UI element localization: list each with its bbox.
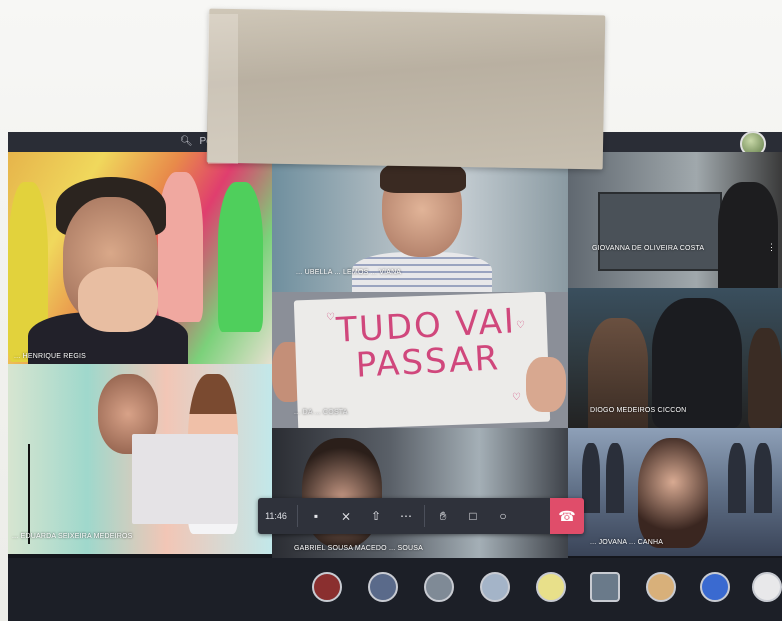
participants-icon[interactable]: ○ — [488, 501, 518, 531]
more-icon[interactable]: ⋯ — [391, 501, 421, 531]
participant-name: ... UBELLA ... LEMOS ... VIANA — [296, 269, 402, 276]
call-controls-bar: 11:46 ▪ ⨯ ⇧ ⋯ ✋︎ □ ○ ☎︎ — [258, 498, 584, 534]
raise-hand-icon[interactable]: ✋︎ — [428, 501, 458, 531]
paper-note — [132, 434, 238, 524]
participant-name: DIOGO MEDEIROS CICCON — [590, 407, 687, 414]
video-tile-3[interactable]: GIOVANNA DE OLIVEIRA COSTA ⋮ — [568, 152, 782, 288]
video-tile-6[interactable]: ... EDUARDA SEIXEIRA MEDEIROS — [8, 364, 272, 554]
taskbar-app-icon[interactable] — [752, 572, 782, 602]
video-tile-5[interactable]: DIOGO MEDEIROS CICCON — [568, 288, 782, 428]
participant-name: GABRIEL SOUSA MACEDO ... SOUSA — [294, 545, 424, 552]
taskbar-app-icon[interactable] — [536, 572, 566, 602]
heart-icon: ♡ — [516, 320, 525, 331]
video-tile-8[interactable]: ... JOVANA ... CANHA — [568, 428, 782, 556]
mic-off-icon[interactable]: ⨯ — [331, 501, 361, 531]
masking-tape — [206, 8, 606, 170]
heart-icon: ♡ — [326, 312, 335, 323]
background-figure — [754, 443, 772, 513]
background-dancer — [218, 182, 263, 332]
background-figure — [582, 443, 600, 513]
participant-name: ... DA ... COSTA — [294, 409, 348, 416]
chat-icon[interactable]: □ — [458, 501, 488, 531]
taskbar-app-icon[interactable] — [368, 572, 398, 602]
participant-name: ... JOVANA ... CANHA — [590, 539, 664, 546]
video-tile-1[interactable]: ... HENRIQUE REGIS — [8, 152, 272, 364]
share-screen-icon[interactable]: ⇧ — [361, 501, 391, 531]
call-duration: 11:46 — [265, 511, 287, 521]
taskbar-app-icon[interactable] — [312, 572, 342, 602]
whiteboard — [598, 192, 722, 271]
background-figure — [606, 443, 624, 513]
divider — [297, 505, 298, 527]
camera-icon[interactable]: ▪ — [301, 501, 331, 531]
background-figure — [728, 443, 746, 513]
search-icon: 🔍︎ — [180, 136, 193, 147]
participant-name: GIOVANNA DE OLIVEIRA COSTA — [592, 245, 705, 252]
taskbar-app-icon[interactable] — [424, 572, 454, 602]
stick-figure — [28, 444, 30, 544]
participant-name: ... EDUARDA SEIXEIRA MEDEIROS — [12, 533, 133, 540]
participant-name: ... HENRIQUE REGIS — [14, 353, 87, 360]
taskbar-app-icon[interactable] — [480, 572, 510, 602]
taskbar-app-icon[interactable] — [700, 572, 730, 602]
more-options-icon[interactable]: ⋮ — [767, 242, 776, 253]
background-figure — [748, 328, 782, 428]
hang-up-icon[interactable]: ☎︎ — [550, 498, 584, 534]
video-tile-2[interactable]: ... UBELLA ... LEMOS ... VIANA — [272, 152, 568, 292]
participant-silhouette — [718, 182, 778, 288]
background-dancer — [158, 172, 203, 322]
participant-hand — [526, 357, 566, 412]
video-tile-7[interactable]: GABRIEL SOUSA MACEDO ... SOUSA — [272, 428, 568, 560]
heart-icon: ♡ — [512, 392, 521, 403]
divider — [424, 505, 425, 527]
participant-face — [638, 438, 708, 548]
taskbar-app-icon[interactable] — [646, 572, 676, 602]
taskbar-app-icon[interactable] — [590, 572, 620, 602]
participant-hands — [78, 267, 158, 332]
video-tile-4[interactable]: TUDO VAI PASSAR ♡ ♡ ♡ ... DA ... COSTA — [272, 292, 568, 428]
sign-text: TUDO VAI PASSAR — [310, 301, 543, 386]
tape-edge — [208, 14, 238, 164]
